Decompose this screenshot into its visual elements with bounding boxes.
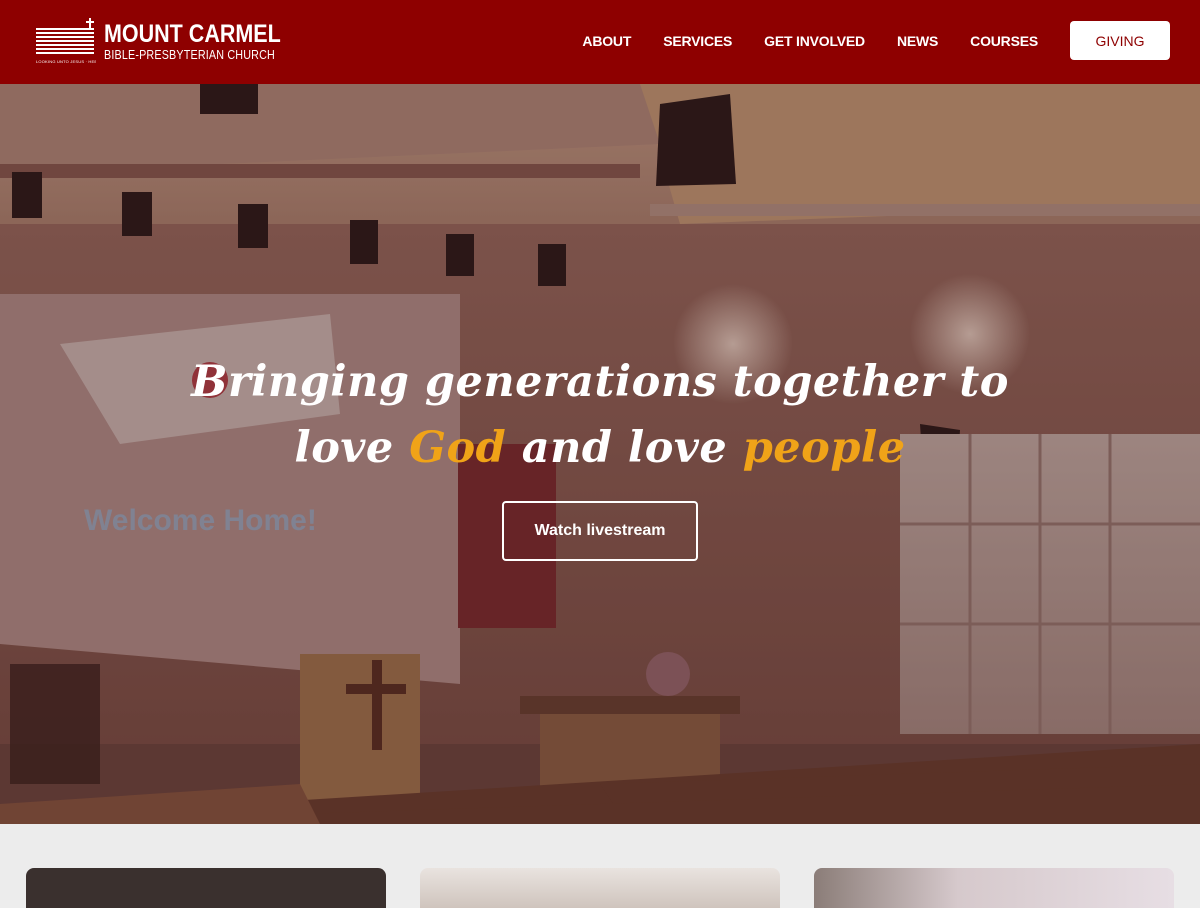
headline-and-love: and love bbox=[521, 423, 728, 473]
feature-card-1[interactable] bbox=[26, 868, 386, 908]
giving-button[interactable]: GIVING bbox=[1070, 21, 1170, 60]
brand-name: MOUNT CARMEL bbox=[104, 20, 281, 49]
feature-card-2[interactable] bbox=[420, 868, 780, 908]
feature-cards-section bbox=[0, 824, 1200, 908]
site-logo[interactable]: LOOKING UNTO JESUS · HEB 12:2 MOUNT CARM… bbox=[36, 18, 310, 66]
nav-item-services[interactable]: SERVICES bbox=[663, 33, 732, 49]
hero-headline: Bringing generations together to love Go… bbox=[0, 349, 1200, 481]
headline-people: people bbox=[742, 423, 906, 473]
nav-item-about[interactable]: ABOUT bbox=[582, 33, 631, 49]
headline-love-1: love bbox=[294, 423, 394, 473]
main-nav: ABOUT SERVICES GET INVOLVED NEWS COURSES… bbox=[582, 21, 1170, 60]
feature-card-3[interactable] bbox=[814, 868, 1174, 908]
site-header: LOOKING UNTO JESUS · HEB 12:2 MOUNT CARM… bbox=[0, 0, 1200, 84]
nav-item-news[interactable]: NEWS bbox=[897, 33, 938, 49]
brand-subtitle: BIBLE-PRESBYTERIAN CHURCH bbox=[104, 48, 275, 63]
church-logo-icon: LOOKING UNTO JESUS · HEB 12:2 bbox=[36, 18, 96, 66]
nav-item-courses[interactable]: COURSES bbox=[970, 33, 1038, 49]
hero-section: Welcome Home! Bringing generations toget… bbox=[0, 84, 1200, 824]
headline-god: God bbox=[409, 423, 507, 473]
logo-tagline: LOOKING UNTO JESUS · HEB 12:2 bbox=[36, 59, 96, 64]
watch-livestream-button[interactable]: Watch livestream bbox=[502, 501, 698, 561]
nav-item-get-involved[interactable]: GET INVOLVED bbox=[764, 33, 865, 49]
headline-line-1: Bringing generations together to bbox=[191, 357, 1009, 407]
